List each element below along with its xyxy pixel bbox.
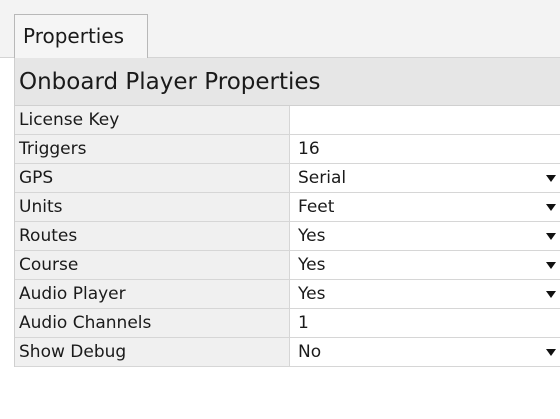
property-value-text: Yes xyxy=(298,284,326,304)
property-value-text: Yes xyxy=(298,255,326,275)
property-row-gps[interactable]: GPS Serial xyxy=(15,164,560,193)
property-row-units[interactable]: Units Feet xyxy=(15,193,560,222)
property-row-course[interactable]: Course Yes xyxy=(15,251,560,280)
properties-panel: Properties Onboard Player Properties Lic… xyxy=(0,0,560,419)
property-name: Triggers xyxy=(15,135,290,163)
property-row-license-key[interactable]: License Key xyxy=(15,106,560,135)
property-row-audio-player[interactable]: Audio Player Yes xyxy=(15,280,560,309)
property-value-text: Feet xyxy=(298,197,335,217)
property-grid: Onboard Player Properties License Key Tr… xyxy=(14,58,560,367)
property-name: License Key xyxy=(15,106,290,134)
chevron-down-icon[interactable] xyxy=(546,175,556,182)
property-value-select[interactable]: Yes xyxy=(290,222,560,250)
property-value-text: Yes xyxy=(298,226,326,246)
property-value-field[interactable]: 1 xyxy=(290,309,560,337)
property-row-show-debug[interactable]: Show Debug No xyxy=(15,338,560,367)
property-name: Routes xyxy=(15,222,290,250)
property-value-field[interactable] xyxy=(290,106,560,134)
property-name: Show Debug xyxy=(15,338,290,366)
property-value-field[interactable]: 16 xyxy=(290,135,560,163)
chevron-down-icon[interactable] xyxy=(546,291,556,298)
property-value-select[interactable]: No xyxy=(290,338,560,366)
property-value-select[interactable]: Serial xyxy=(290,164,560,192)
property-name: Audio Channels xyxy=(15,309,290,337)
property-row-audio-channels[interactable]: Audio Channels 1 xyxy=(15,309,560,338)
property-value-select[interactable]: Yes xyxy=(290,280,560,308)
property-name: Audio Player xyxy=(15,280,290,308)
chevron-down-icon[interactable] xyxy=(546,204,556,211)
property-name: GPS xyxy=(15,164,290,192)
property-value-select[interactable]: Feet xyxy=(290,193,560,221)
chevron-down-icon[interactable] xyxy=(546,233,556,240)
property-value-text: Serial xyxy=(298,168,347,188)
property-value-text: No xyxy=(298,342,322,362)
property-row-triggers[interactable]: Triggers 16 xyxy=(15,135,560,164)
property-name: Course xyxy=(15,251,290,279)
property-name: Units xyxy=(15,193,290,221)
chevron-down-icon[interactable] xyxy=(546,349,556,356)
tab-properties[interactable]: Properties xyxy=(14,14,148,58)
property-value-select[interactable]: Yes xyxy=(290,251,560,279)
chevron-down-icon[interactable] xyxy=(546,262,556,269)
tab-strip: Properties xyxy=(0,0,560,58)
category-header[interactable]: Onboard Player Properties xyxy=(15,58,560,106)
property-row-routes[interactable]: Routes Yes xyxy=(15,222,560,251)
